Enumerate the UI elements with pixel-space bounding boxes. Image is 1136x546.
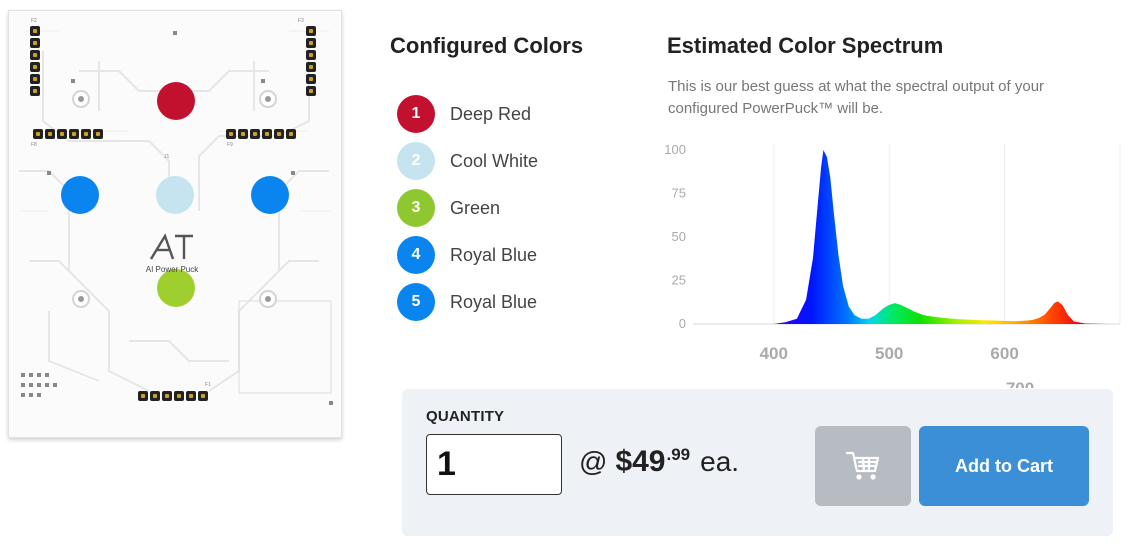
smd-component	[29, 393, 33, 397]
smd-component	[37, 393, 41, 397]
color-name: Royal Blue	[450, 291, 538, 312]
mounting-hole	[72, 290, 90, 308]
x-tick-label: 500	[875, 344, 903, 363]
unit-price: @ $49 .99 ea.	[579, 445, 739, 479]
price-dollars: $49	[615, 445, 666, 478]
color-item-4[interactable]: 4 Royal Blue	[397, 235, 537, 275]
y-tick-label: 50	[672, 229, 686, 244]
ai-logo-text: AI Power Puck	[145, 265, 199, 274]
smd-component	[53, 383, 57, 387]
color-name: Deep Red	[450, 103, 532, 124]
color-item-3[interactable]: 3 Green	[397, 188, 500, 228]
smd-component	[71, 79, 75, 83]
spectrum-grid	[693, 144, 1121, 325]
smd-component	[29, 383, 33, 387]
smd-component	[21, 373, 25, 377]
power-puck-board: F2 F3 F8 F9 F1 J1 AI Power Puck	[8, 10, 342, 438]
led-3[interactable]	[157, 269, 195, 307]
color-item-1[interactable]: 1 Deep Red	[397, 94, 531, 134]
smd-component	[47, 171, 51, 175]
led-2[interactable]	[156, 176, 194, 214]
add-to-cart-button[interactable]: Add to Cart	[919, 426, 1089, 506]
smd-component	[45, 383, 49, 387]
spectrum-ticks: 100 75 50 25 0 400 500 600 700	[664, 142, 1034, 388]
smd-component	[173, 31, 177, 35]
spectrum-description: This is our best guess at what the spect…	[668, 78, 1045, 117]
color-name: Royal Blue	[450, 244, 538, 265]
silk-label: F9	[227, 142, 233, 148]
ai-logo-icon	[149, 233, 193, 260]
smd-component	[21, 383, 25, 387]
quantity-input[interactable]	[426, 434, 562, 495]
smd-component	[21, 393, 25, 397]
spectrum-chart: 100 75 50 25 0 400 500 600 700	[664, 142, 1121, 388]
mounting-hole	[259, 290, 277, 308]
smd-component	[291, 171, 295, 175]
configured-colors-title: Configured Colors	[390, 33, 584, 58]
silk-label: F8	[31, 142, 37, 148]
smd-component	[37, 383, 41, 387]
silk-label: F1	[205, 382, 211, 388]
color-badge: 4	[397, 236, 435, 274]
price-cents: .99	[666, 445, 691, 464]
silk-label: F2	[31, 18, 37, 24]
header-left-horizontal	[33, 129, 103, 141]
color-item-2[interactable]: 2 Cool White	[397, 141, 538, 181]
smd-component	[261, 79, 265, 83]
y-tick-label: 100	[664, 142, 686, 157]
color-item-5[interactable]: 5 Royal Blue	[397, 282, 537, 322]
color-badge: 3	[397, 189, 435, 227]
color-badge: 1	[397, 95, 435, 133]
led-1[interactable]	[157, 82, 195, 120]
silk-label: F3	[298, 18, 304, 24]
shopping-cart-icon	[845, 451, 880, 480]
mounting-hole	[259, 90, 277, 108]
price-unit: ea.	[700, 446, 740, 477]
header-right-horizontal	[226, 129, 296, 141]
price-at: @	[579, 446, 608, 477]
silk-label: J1	[164, 154, 170, 160]
led-5[interactable]	[251, 176, 289, 214]
spectrum-area	[698, 150, 1109, 324]
y-tick-label: 75	[672, 186, 686, 201]
mounting-hole	[72, 90, 90, 108]
y-tick-label: 0	[679, 316, 686, 331]
spectrum-title: Estimated Color Spectrum	[667, 33, 944, 58]
board-traces	[19, 30, 332, 394]
ai-logo-mark	[137, 233, 207, 265]
cart-button[interactable]	[815, 426, 911, 506]
header-left-vertical	[30, 26, 42, 96]
x-tick-label: 700	[1006, 379, 1034, 388]
led-4[interactable]	[61, 176, 99, 214]
smd-component	[329, 401, 333, 405]
smd-component	[45, 373, 49, 377]
color-name: Green	[450, 197, 501, 218]
header-bottom-horizontal	[138, 391, 208, 403]
x-tick-label: 600	[990, 344, 1018, 363]
header-right-vertical	[306, 26, 318, 96]
quantity-label: QUANTITY	[426, 408, 505, 425]
y-tick-label: 25	[672, 273, 686, 288]
purchase-panel: QUANTITY @ $49 .99 ea. Add to Cart	[402, 389, 1113, 536]
color-badge: 5	[397, 283, 435, 321]
ai-logo: AI Power Puck	[137, 233, 207, 274]
smd-component	[37, 373, 41, 377]
color-badge: 2	[397, 142, 435, 180]
x-tick-label: 400	[760, 344, 788, 363]
smd-component	[29, 373, 33, 377]
color-name: Cool White	[450, 150, 539, 171]
